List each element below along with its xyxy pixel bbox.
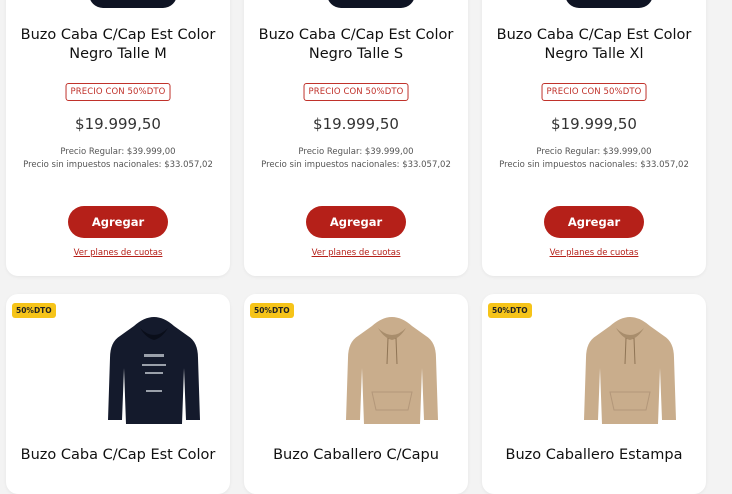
product-card-4[interactable]: 50%DTO Buzo Caba C/Cap Est Color xyxy=(6,294,230,494)
no-tax-price: Precio sin impuestos nacionales: $33.057… xyxy=(499,160,689,170)
discount-badge: PRECIO CON 50%DTO xyxy=(303,83,409,101)
regular-price: Precio Regular: $39.999,00 xyxy=(60,147,176,157)
no-tax-price: Precio sin impuestos nacionales: $33.057… xyxy=(261,160,451,170)
installments-link[interactable]: Ver planes de cuotas xyxy=(244,248,468,258)
no-tax-price: Precio sin impuestos nacionales: $33.057… xyxy=(23,160,213,170)
discount-badge: PRECIO CON 50%DTO xyxy=(541,83,647,101)
product-title[interactable]: Buzo Caba C/Cap Est Color Negro Talle M xyxy=(12,26,224,64)
product-card-5[interactable]: 50%DTO Buzo Caballero C/Capu xyxy=(244,294,468,494)
beige-hoodie-image[interactable] xyxy=(580,308,680,428)
discount-badge: 50%DTO xyxy=(12,303,56,318)
product-card-3[interactable]: Buzo Caba C/Cap Est Color Negro Talle Xl… xyxy=(482,0,706,276)
installments-link[interactable]: Ver planes de cuotas xyxy=(482,248,706,258)
product-title[interactable]: Buzo Caba C/Cap Est Color xyxy=(12,446,224,465)
product-card-1[interactable]: Buzo Caba C/Cap Est Color Negro Talle M … xyxy=(6,0,230,276)
installments-link[interactable]: Ver planes de cuotas xyxy=(6,248,230,258)
product-price: $19.999,50 xyxy=(75,115,161,133)
product-price: $19.999,50 xyxy=(551,115,637,133)
add-to-cart-button[interactable]: Agregar xyxy=(544,206,644,238)
add-to-cart-button[interactable]: Agregar xyxy=(306,206,406,238)
product-card-2[interactable]: Buzo Caba C/Cap Est Color Negro Talle S … xyxy=(244,0,468,276)
product-title[interactable]: Buzo Caballero C/Capu xyxy=(250,446,462,465)
product-title[interactable]: Buzo Caba C/Cap Est Color Negro Talle S xyxy=(250,26,462,64)
regular-price: Precio Regular: $39.999,00 xyxy=(298,147,414,157)
regular-price: Precio Regular: $39.999,00 xyxy=(536,147,652,157)
beige-hoodie-image[interactable] xyxy=(342,308,442,428)
product-price: $19.999,50 xyxy=(313,115,399,133)
product-title[interactable]: Buzo Caba C/Cap Est Color Negro Talle Xl xyxy=(488,26,700,64)
black-hoodie-image[interactable] xyxy=(104,308,204,428)
add-to-cart-button[interactable]: Agregar xyxy=(68,206,168,238)
product-image[interactable] xyxy=(6,0,230,8)
product-title[interactable]: Buzo Caballero Estampa xyxy=(488,446,700,465)
product-card-6[interactable]: 50%DTO Buzo Caballero Estampa xyxy=(482,294,706,494)
discount-badge: 50%DTO xyxy=(488,303,532,318)
discount-badge: PRECIO CON 50%DTO xyxy=(65,83,171,101)
page-edge xyxy=(726,0,732,468)
product-image[interactable] xyxy=(482,0,706,8)
product-image[interactable] xyxy=(244,0,468,8)
discount-badge: 50%DTO xyxy=(250,303,294,318)
